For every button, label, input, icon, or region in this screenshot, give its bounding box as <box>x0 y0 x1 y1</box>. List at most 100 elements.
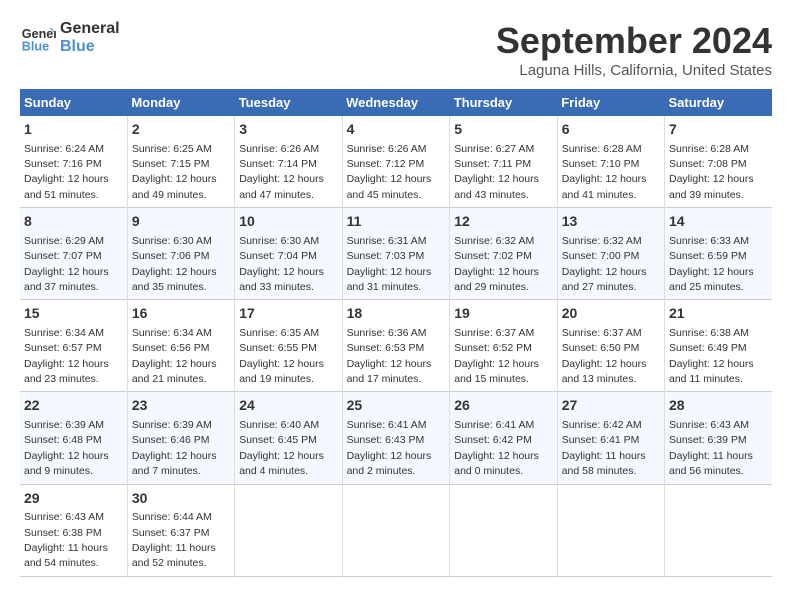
day-info: Sunrise: 6:25 AM Sunset: 7:15 PM Dayligh… <box>132 143 217 201</box>
week-row-5: 29 Sunrise: 6:43 AM Sunset: 6:38 PM Dayl… <box>20 484 772 576</box>
day-cell: 19 Sunrise: 6:37 AM Sunset: 6:52 PM Dayl… <box>450 300 557 392</box>
day-number: 20 <box>562 304 660 324</box>
logo-blue: Blue <box>60 38 120 56</box>
day-info: Sunrise: 6:37 AM Sunset: 6:50 PM Dayligh… <box>562 327 647 385</box>
day-cell: 21 Sunrise: 6:38 AM Sunset: 6:49 PM Dayl… <box>665 300 773 392</box>
day-cell <box>665 484 773 576</box>
day-number: 1 <box>24 120 123 140</box>
day-info: Sunrise: 6:38 AM Sunset: 6:49 PM Dayligh… <box>669 327 754 385</box>
logo: General Blue General Blue <box>20 20 120 56</box>
header-tuesday: Tuesday <box>235 89 342 116</box>
day-info: Sunrise: 6:42 AM Sunset: 6:41 PM Dayligh… <box>562 419 646 477</box>
day-cell: 13 Sunrise: 6:32 AM Sunset: 7:00 PM Dayl… <box>557 208 664 300</box>
day-cell: 1 Sunrise: 6:24 AM Sunset: 7:16 PM Dayli… <box>20 116 127 208</box>
day-cell: 26 Sunrise: 6:41 AM Sunset: 6:42 PM Dayl… <box>450 392 557 484</box>
day-cell: 3 Sunrise: 6:26 AM Sunset: 7:14 PM Dayli… <box>235 116 342 208</box>
week-row-4: 22 Sunrise: 6:39 AM Sunset: 6:48 PM Dayl… <box>20 392 772 484</box>
day-number: 2 <box>132 120 230 140</box>
day-cell: 11 Sunrise: 6:31 AM Sunset: 7:03 PM Dayl… <box>342 208 450 300</box>
title-area: September 2024 Laguna Hills, California,… <box>496 20 772 79</box>
day-number: 28 <box>669 396 768 416</box>
day-info: Sunrise: 6:34 AM Sunset: 6:57 PM Dayligh… <box>24 327 109 385</box>
header-saturday: Saturday <box>665 89 773 116</box>
header-wednesday: Wednesday <box>342 89 450 116</box>
day-info: Sunrise: 6:33 AM Sunset: 6:59 PM Dayligh… <box>669 235 754 293</box>
day-cell: 15 Sunrise: 6:34 AM Sunset: 6:57 PM Dayl… <box>20 300 127 392</box>
day-cell: 28 Sunrise: 6:43 AM Sunset: 6:39 PM Dayl… <box>665 392 773 484</box>
day-info: Sunrise: 6:43 AM Sunset: 6:38 PM Dayligh… <box>24 511 108 569</box>
day-number: 11 <box>347 212 446 232</box>
day-info: Sunrise: 6:39 AM Sunset: 6:46 PM Dayligh… <box>132 419 217 477</box>
svg-text:Blue: Blue <box>22 40 49 54</box>
day-cell: 22 Sunrise: 6:39 AM Sunset: 6:48 PM Dayl… <box>20 392 127 484</box>
day-info: Sunrise: 6:32 AM Sunset: 7:02 PM Dayligh… <box>454 235 539 293</box>
day-cell: 9 Sunrise: 6:30 AM Sunset: 7:06 PM Dayli… <box>127 208 234 300</box>
day-info: Sunrise: 6:44 AM Sunset: 6:37 PM Dayligh… <box>132 511 216 569</box>
day-number: 3 <box>239 120 337 140</box>
day-cell: 14 Sunrise: 6:33 AM Sunset: 6:59 PM Dayl… <box>665 208 773 300</box>
logo-general: General <box>60 20 120 38</box>
day-cell <box>342 484 450 576</box>
day-info: Sunrise: 6:27 AM Sunset: 7:11 PM Dayligh… <box>454 143 539 201</box>
day-number: 10 <box>239 212 337 232</box>
day-number: 13 <box>562 212 660 232</box>
day-number: 15 <box>24 304 123 324</box>
day-number: 14 <box>669 212 768 232</box>
day-number: 17 <box>239 304 337 324</box>
calendar-header-row: SundayMondayTuesdayWednesdayThursdayFrid… <box>20 89 772 116</box>
week-row-1: 1 Sunrise: 6:24 AM Sunset: 7:16 PM Dayli… <box>20 116 772 208</box>
day-cell: 2 Sunrise: 6:25 AM Sunset: 7:15 PM Dayli… <box>127 116 234 208</box>
day-number: 12 <box>454 212 552 232</box>
day-number: 24 <box>239 396 337 416</box>
day-cell: 17 Sunrise: 6:35 AM Sunset: 6:55 PM Dayl… <box>235 300 342 392</box>
page-header: General Blue General Blue September 2024… <box>20 20 772 79</box>
day-number: 25 <box>347 396 446 416</box>
day-cell: 24 Sunrise: 6:40 AM Sunset: 6:45 PM Dayl… <box>235 392 342 484</box>
day-info: Sunrise: 6:29 AM Sunset: 7:07 PM Dayligh… <box>24 235 109 293</box>
day-number: 27 <box>562 396 660 416</box>
day-cell: 27 Sunrise: 6:42 AM Sunset: 6:41 PM Dayl… <box>557 392 664 484</box>
header-monday: Monday <box>127 89 234 116</box>
day-cell <box>557 484 664 576</box>
day-cell: 7 Sunrise: 6:28 AM Sunset: 7:08 PM Dayli… <box>665 116 773 208</box>
day-number: 16 <box>132 304 230 324</box>
day-cell: 23 Sunrise: 6:39 AM Sunset: 6:46 PM Dayl… <box>127 392 234 484</box>
day-cell: 20 Sunrise: 6:37 AM Sunset: 6:50 PM Dayl… <box>557 300 664 392</box>
day-info: Sunrise: 6:41 AM Sunset: 6:42 PM Dayligh… <box>454 419 539 477</box>
logo-icon: General Blue <box>20 20 56 56</box>
day-info: Sunrise: 6:35 AM Sunset: 6:55 PM Dayligh… <box>239 327 324 385</box>
calendar-table: SundayMondayTuesdayWednesdayThursdayFrid… <box>20 89 772 577</box>
day-info: Sunrise: 6:37 AM Sunset: 6:52 PM Dayligh… <box>454 327 539 385</box>
day-number: 22 <box>24 396 123 416</box>
day-number: 5 <box>454 120 552 140</box>
day-info: Sunrise: 6:39 AM Sunset: 6:48 PM Dayligh… <box>24 419 109 477</box>
day-cell: 16 Sunrise: 6:34 AM Sunset: 6:56 PM Dayl… <box>127 300 234 392</box>
day-number: 4 <box>347 120 446 140</box>
day-number: 19 <box>454 304 552 324</box>
day-info: Sunrise: 6:36 AM Sunset: 6:53 PM Dayligh… <box>347 327 432 385</box>
day-info: Sunrise: 6:40 AM Sunset: 6:45 PM Dayligh… <box>239 419 324 477</box>
day-number: 6 <box>562 120 660 140</box>
day-info: Sunrise: 6:30 AM Sunset: 7:06 PM Dayligh… <box>132 235 217 293</box>
day-number: 30 <box>132 489 230 509</box>
header-friday: Friday <box>557 89 664 116</box>
day-info: Sunrise: 6:26 AM Sunset: 7:12 PM Dayligh… <box>347 143 432 201</box>
day-cell <box>235 484 342 576</box>
day-cell: 25 Sunrise: 6:41 AM Sunset: 6:43 PM Dayl… <box>342 392 450 484</box>
day-number: 18 <box>347 304 446 324</box>
day-cell: 8 Sunrise: 6:29 AM Sunset: 7:07 PM Dayli… <box>20 208 127 300</box>
day-cell: 5 Sunrise: 6:27 AM Sunset: 7:11 PM Dayli… <box>450 116 557 208</box>
location-title: Laguna Hills, California, United States <box>496 62 772 79</box>
day-number: 23 <box>132 396 230 416</box>
day-cell <box>450 484 557 576</box>
day-cell: 12 Sunrise: 6:32 AM Sunset: 7:02 PM Dayl… <box>450 208 557 300</box>
day-number: 8 <box>24 212 123 232</box>
day-number: 21 <box>669 304 768 324</box>
day-info: Sunrise: 6:28 AM Sunset: 7:10 PM Dayligh… <box>562 143 647 201</box>
day-cell: 6 Sunrise: 6:28 AM Sunset: 7:10 PM Dayli… <box>557 116 664 208</box>
day-info: Sunrise: 6:32 AM Sunset: 7:00 PM Dayligh… <box>562 235 647 293</box>
day-number: 29 <box>24 489 123 509</box>
week-row-2: 8 Sunrise: 6:29 AM Sunset: 7:07 PM Dayli… <box>20 208 772 300</box>
week-row-3: 15 Sunrise: 6:34 AM Sunset: 6:57 PM Dayl… <box>20 300 772 392</box>
day-info: Sunrise: 6:26 AM Sunset: 7:14 PM Dayligh… <box>239 143 324 201</box>
